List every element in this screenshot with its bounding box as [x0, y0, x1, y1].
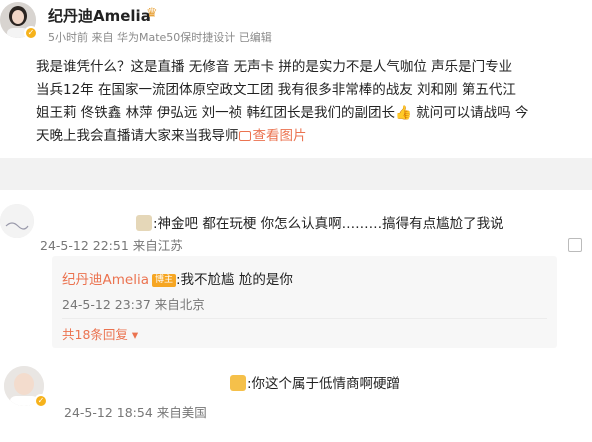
post-source: 来自 华为Mate50保时捷设计 — [91, 31, 236, 44]
comments-card: :神金吧 都在玩梗 你怎么认真啊………搞得有点尴尬了我说 24-5-12 22:… — [0, 190, 592, 442]
comment-body: :你这个属于低情商啊硬蹭 — [247, 376, 401, 392]
see-image-link[interactable]: 查看图片 — [238, 128, 307, 144]
post-line-text: 天晚上我会直播请大家来当我导师 — [36, 128, 239, 144]
crown-icon: ♛ — [146, 6, 158, 21]
chevron-down-icon: ▾ — [127, 327, 139, 342]
avatar-image — [0, 204, 34, 238]
post-edited[interactable]: 已编辑 — [239, 31, 272, 44]
post-line-text: 姐王莉 佟铁鑫 林萍 伊弘远 刘一祯 韩红团长是我们的副团长 — [36, 105, 395, 121]
comment-text: :你这个属于低情商啊硬蹭 — [230, 372, 400, 392]
more-replies-link[interactable]: 共18条回复 ▾ — [62, 324, 138, 343]
post-meta: 5小时前 来自 华为Mate50保时捷设计 已编辑 — [48, 29, 272, 45]
sticker-icon — [136, 215, 152, 231]
comment-avatar[interactable] — [0, 204, 34, 238]
post-body: 我是谁凭什么？这是直播 无修音 无声卡 拼的是实力不是人气咖位 声乐是门专业 当… — [36, 56, 584, 148]
comment-date: 24-5-12 18:54 来自美国 — [64, 405, 207, 420]
see-image-label: 查看图片 — [252, 128, 307, 144]
post-line-tail: 就问可以请战吗 今 — [411, 105, 529, 121]
post-username[interactable]: 纪丹迪Amelia — [48, 5, 151, 26]
post-line: 当兵12年 在国家一流团体原空政文工团 我有很多非常棒的战友 刘和刚 第五代江 — [36, 82, 516, 98]
author-badge: 博主 — [151, 274, 176, 287]
post-line: 天晚上我会直播请大家来当我导师 查看图片 — [36, 125, 584, 148]
post-card: ✓ 纪丹迪Amelia ♛ 5小时前 来自 华为Mate50保时捷设计 已编辑 … — [0, 0, 592, 158]
comment-body: :神金吧 都在玩梗 你怎么认真啊………搞得有点尴尬了我说 — [153, 216, 504, 232]
reply-box: 纪丹迪Amelia 博主:我不尬尴 尬的是你 24-5-12 23:37 来自北京… — [52, 256, 557, 348]
post-line: 姐王莉 佟铁鑫 林萍 伊弘远 刘一祯 韩红团长是我们的副团长👍 就问可以请战吗 … — [36, 102, 584, 125]
verified-badge-icon: ✓ — [34, 394, 48, 408]
divider — [62, 318, 547, 319]
image-icon — [238, 131, 251, 141]
more-replies-label: 共18条回复 — [62, 327, 128, 342]
thumbs-up-emoji-icon: 👍 — [394, 105, 412, 121]
share-icon[interactable] — [568, 238, 582, 252]
reply-date: 24-5-12 23:37 来自北京 — [62, 297, 205, 312]
post-time: 5小时前 — [48, 31, 88, 44]
reply-username[interactable]: 纪丹迪Amelia — [62, 272, 149, 288]
reply-body: :我不尬尴 尬的是你 — [175, 272, 293, 288]
comment-date: 24-5-12 22:51 来自江苏 — [40, 238, 183, 253]
comment-text: :神金吧 都在玩梗 你怎么认真啊………搞得有点尴尬了我说 — [136, 212, 504, 232]
sticker-icon — [230, 375, 246, 391]
verified-badge-icon: ✓ — [24, 26, 38, 40]
post-line: 我是谁凭什么？这是直播 无修音 无声卡 拼的是实力不是人气咖位 声乐是门专业 — [36, 59, 513, 75]
reply-text: 纪丹迪Amelia 博主:我不尬尴 尬的是你 — [62, 268, 293, 288]
